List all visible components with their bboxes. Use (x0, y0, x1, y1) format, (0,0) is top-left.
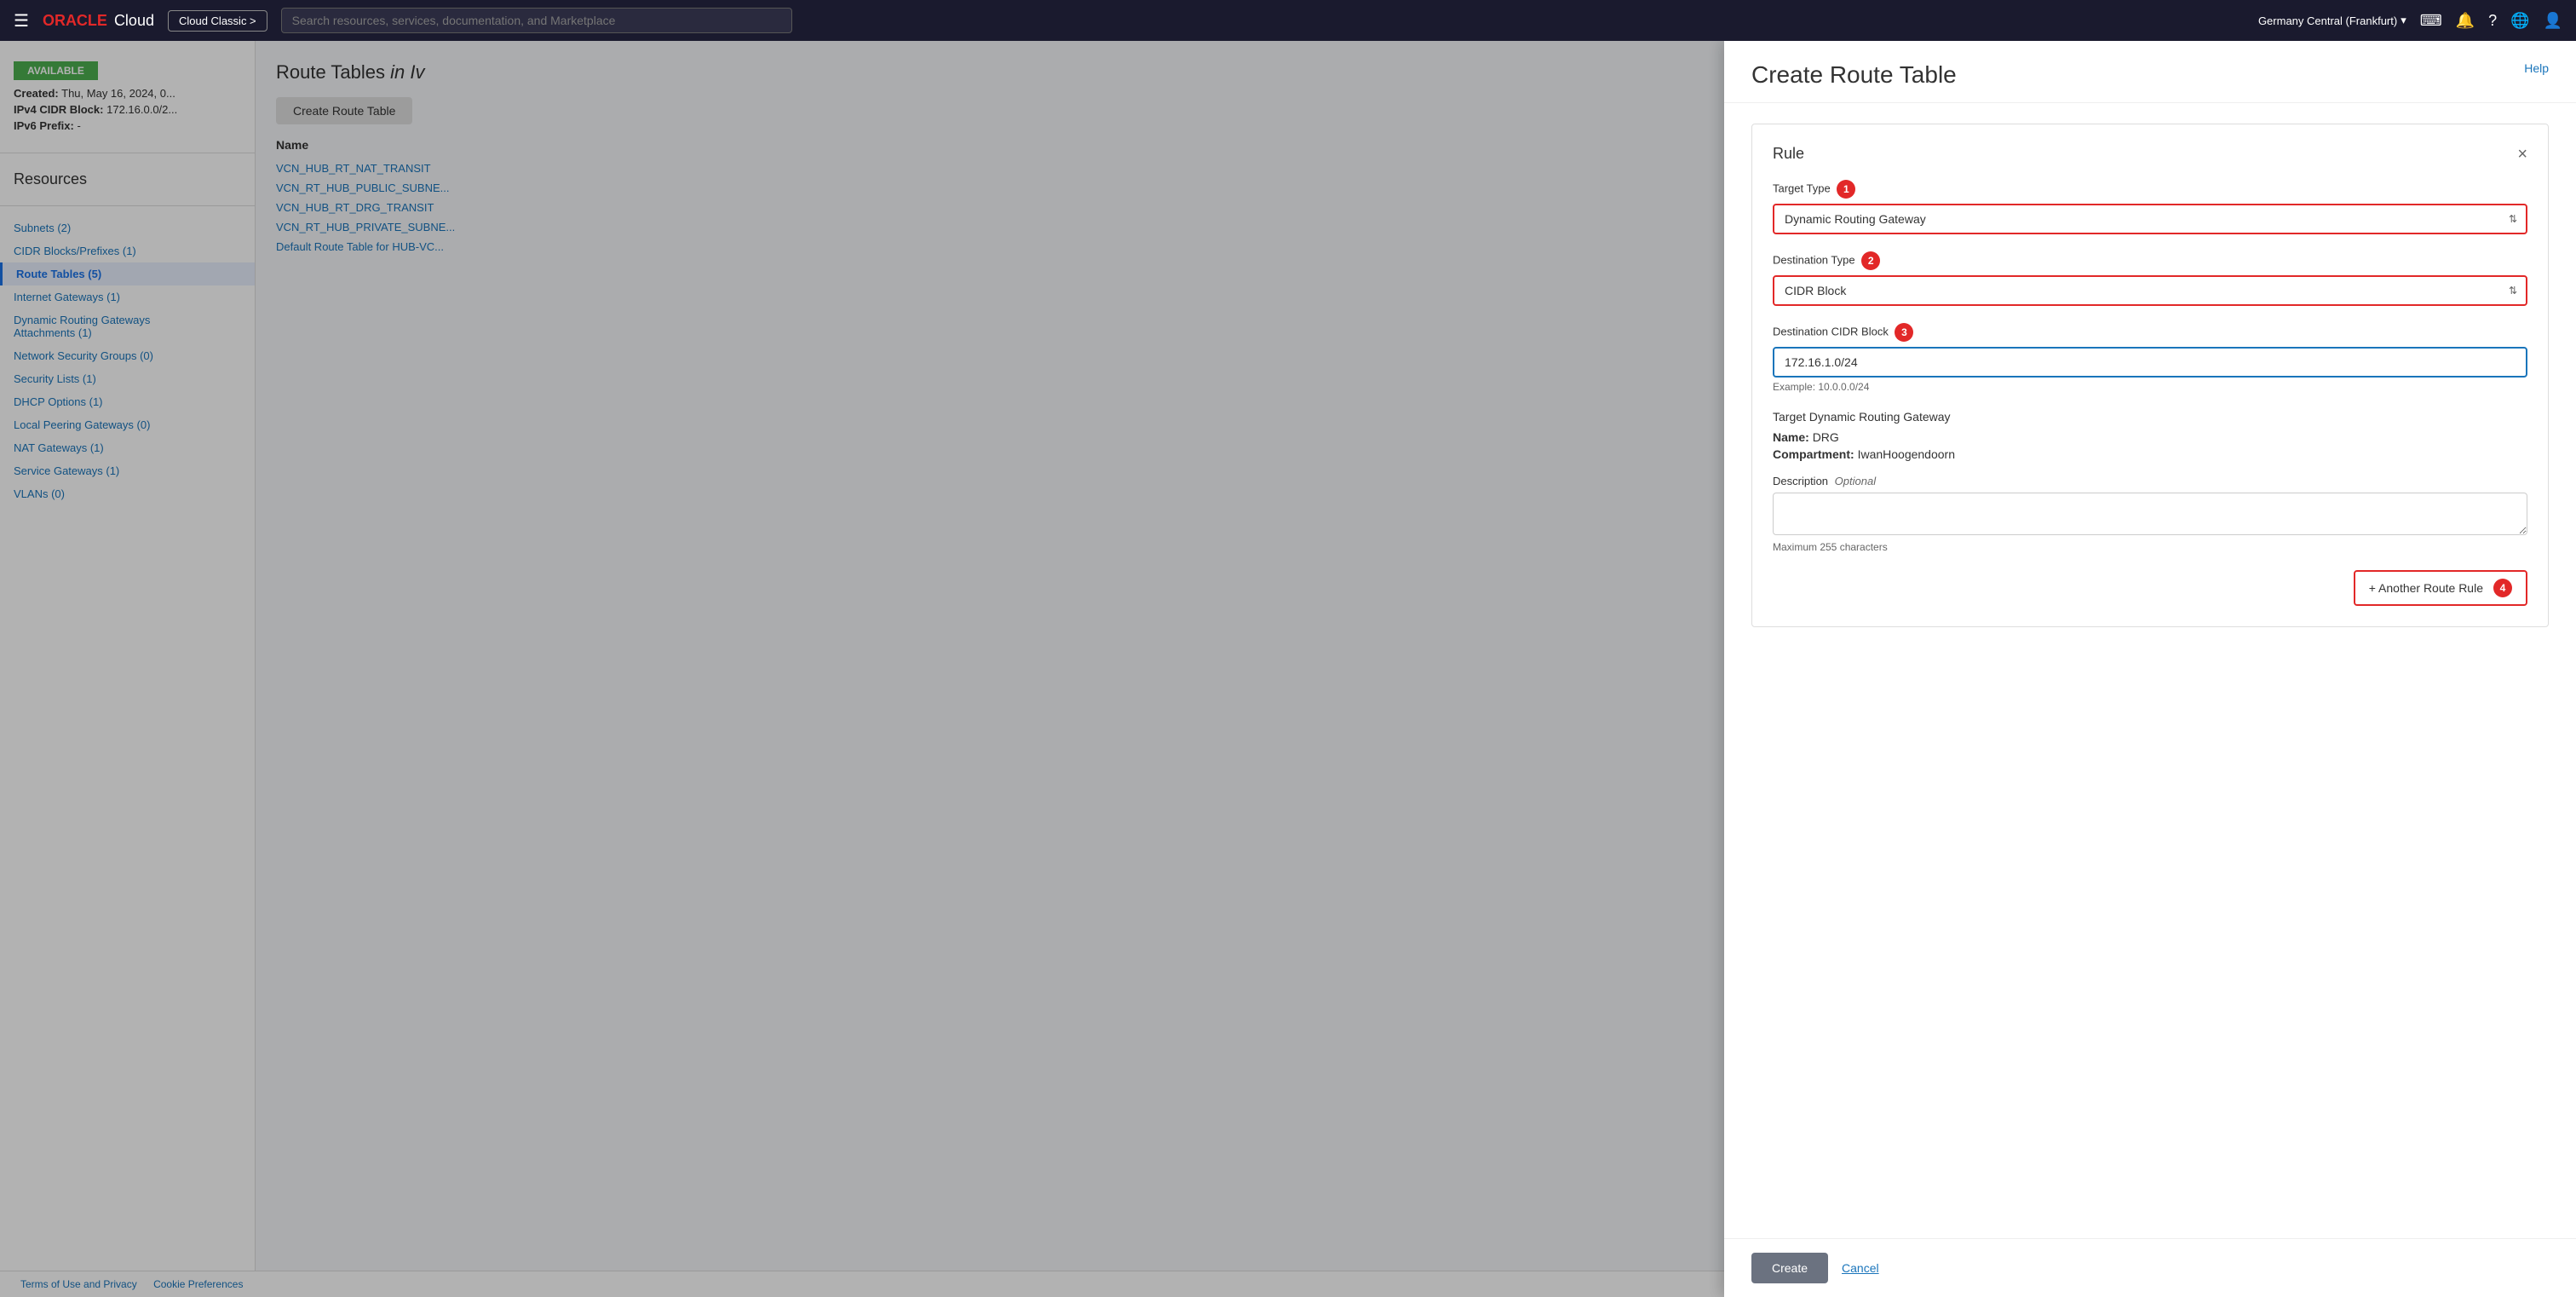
destination-cidr-group: Destination CIDR Block 3 Example: 10.0.0… (1773, 323, 2527, 393)
create-button[interactable]: Create (1751, 1253, 1828, 1283)
description-group: Description Optional Maximum 255 charact… (1773, 475, 2527, 553)
destination-type-badge: 2 (1861, 251, 1880, 270)
another-route-rule-label: + Another Route Rule (2369, 581, 2483, 595)
destination-type-select-wrapper: CIDR Block Service ⇅ (1773, 275, 2527, 306)
region-selector[interactable]: Germany Central (Frankfurt) ▾ (2258, 14, 2406, 27)
rule-card-header: Rule × (1773, 145, 2527, 163)
destination-type-group: Destination Type 2 CIDR Block Service ⇅ (1773, 251, 2527, 306)
target-drg-compartment: Compartment: IwanHoogendoorn (1773, 447, 2527, 461)
destination-type-select[interactable]: CIDR Block Service (1773, 275, 2527, 306)
oracle-logo: ORACLE Cloud (43, 12, 154, 30)
menu-icon[interactable]: ☰ (14, 10, 29, 32)
rule-close-button[interactable]: × (2517, 146, 2527, 163)
help-icon[interactable]: ? (2488, 12, 2497, 30)
destination-type-label: Destination Type 2 (1773, 251, 2527, 270)
modal-body: Rule × Target Type 1 Dynamic Routing Gat… (1724, 103, 2576, 1238)
navbar-right: Germany Central (Frankfurt) ▾ ⌨ 🔔 ? 🌐 👤 (2258, 12, 2562, 30)
rule-card: Rule × Target Type 1 Dynamic Routing Gat… (1751, 124, 2549, 627)
cloud-shell-icon[interactable]: ⌨ (2420, 12, 2442, 30)
another-route-badge: 4 (2493, 579, 2512, 597)
modal-footer: Create Cancel (1724, 1238, 2576, 1297)
another-route-rule-button[interactable]: + Another Route Rule 4 (2354, 570, 2527, 606)
cloud-classic-button[interactable]: Cloud Classic > (168, 10, 267, 32)
create-route-table-modal: Create Route Table Help Rule × Target Ty… (1724, 41, 2576, 1297)
profile-icon[interactable]: 👤 (2544, 12, 2562, 30)
description-optional: Optional (1835, 475, 1876, 487)
description-label: Description Optional (1773, 475, 2527, 487)
help-link[interactable]: Help (2524, 61, 2549, 75)
rule-card-title: Rule (1773, 145, 1804, 163)
navbar: ☰ ORACLE Cloud Cloud Classic > Germany C… (0, 0, 2576, 41)
target-type-select-wrapper: Dynamic Routing Gateway Internet Gateway… (1773, 204, 2527, 234)
target-type-select[interactable]: Dynamic Routing Gateway Internet Gateway… (1773, 204, 2527, 234)
destination-cidr-hint: Example: 10.0.0.0/24 (1773, 381, 2527, 393)
modal-header: Create Route Table Help (1724, 41, 2576, 103)
another-route-rule-section: + Another Route Rule 4 (1773, 570, 2527, 606)
description-textarea[interactable] (1773, 493, 2527, 535)
oracle-text: ORACLE (43, 12, 107, 30)
language-icon[interactable]: 🌐 (2510, 12, 2529, 30)
target-drg-name: Name: DRG (1773, 430, 2527, 444)
search-input[interactable] (281, 8, 792, 33)
destination-cidr-badge: 3 (1895, 323, 1913, 342)
target-type-group: Target Type 1 Dynamic Routing Gateway In… (1773, 180, 2527, 234)
destination-cidr-input[interactable] (1773, 347, 2527, 378)
modal-title: Create Route Table (1751, 61, 1957, 89)
cancel-button[interactable]: Cancel (1842, 1261, 1879, 1275)
description-hint: Maximum 255 characters (1773, 541, 2527, 553)
target-drg-title: Target Dynamic Routing Gateway (1773, 410, 2527, 424)
target-type-badge: 1 (1837, 180, 1855, 199)
target-drg-info: Target Dynamic Routing Gateway Name: DRG… (1773, 410, 2527, 461)
cloud-text: Cloud (114, 12, 154, 30)
target-type-label: Target Type 1 (1773, 180, 2527, 199)
destination-cidr-label: Destination CIDR Block 3 (1773, 323, 2527, 342)
notification-icon[interactable]: 🔔 (2456, 12, 2475, 30)
